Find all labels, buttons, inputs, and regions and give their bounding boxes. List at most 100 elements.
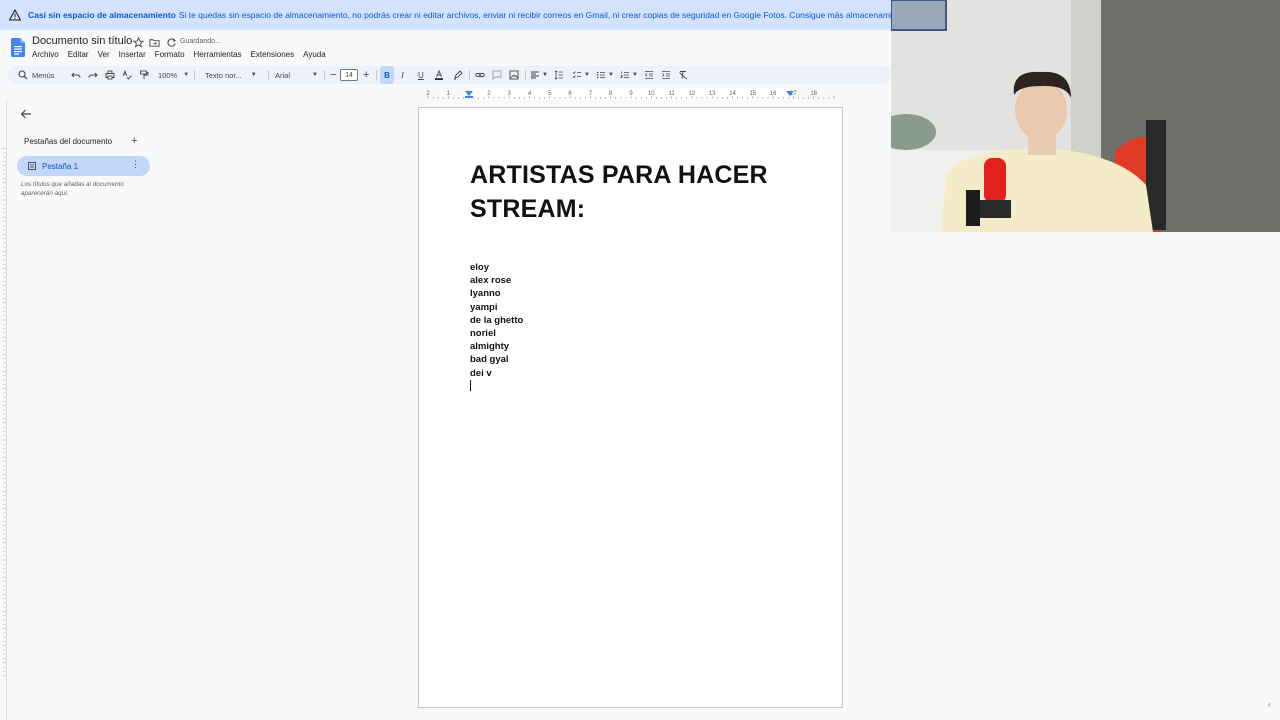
chevron-down-icon: ▼ (250, 72, 257, 78)
vertical-ruler[interactable] (0, 100, 7, 720)
chevron-left-icon[interactable]: ‹ (1268, 700, 1271, 709)
bold-button[interactable]: B (380, 66, 394, 84)
font-family-value: Arial (275, 70, 291, 80)
highlight-color-button[interactable] (453, 66, 463, 84)
font-size-value[interactable]: 14 (340, 69, 358, 81)
list-item[interactable]: yampi (470, 301, 523, 314)
decrease-indent-icon (644, 71, 653, 79)
tab-pestana-1[interactable]: Pestaña 1 ⋮ (17, 156, 150, 176)
save-status: Guardando... (180, 38, 221, 45)
document-page[interactable]: ARTISTAS PARA HACER STREAM: eloy alex ro… (418, 107, 843, 708)
move-folder-icon[interactable] (149, 37, 160, 48)
undo-button[interactable] (71, 66, 81, 84)
checklist-button[interactable]: ▼ (572, 66, 590, 84)
insert-image-button[interactable] (509, 66, 519, 84)
menu-insertar[interactable]: Insertar (119, 50, 146, 59)
text-color-button[interactable] (434, 66, 444, 84)
star-icon[interactable] (133, 37, 144, 48)
decrease-font-size-button[interactable]: − (330, 66, 336, 84)
list-item[interactable]: alex rose (470, 274, 523, 287)
search-menus-label: Menús (32, 70, 55, 80)
ruler-label: 12 (689, 91, 696, 97)
font-size-field[interactable]: 14 (340, 66, 358, 84)
text-cursor (470, 380, 471, 391)
redo-icon (88, 72, 98, 78)
more-options-icon[interactable]: ⋮ (131, 159, 140, 170)
list-item[interactable]: de la ghetto (470, 314, 523, 327)
increase-font-size-button[interactable]: + (363, 66, 369, 84)
underline-icon: U (418, 70, 424, 80)
zoom-value: 100% (158, 70, 178, 80)
highlighter-icon (454, 70, 463, 80)
bulleted-list-icon (597, 71, 605, 79)
toolbar: Menús 100% ▼ Texto nor... ▼ Arial ▼ − 14… (8, 66, 891, 84)
menu-archivo[interactable]: Archivo (32, 50, 59, 59)
document-heading[interactable]: ARTISTAS PARA HACER STREAM: (470, 158, 810, 226)
paragraph-style-value: Texto nor... (205, 70, 242, 80)
bold-icon: B (384, 70, 390, 80)
align-button[interactable]: ▼ (530, 66, 548, 84)
zoom-select[interactable]: 100% ▼ (158, 66, 189, 84)
search-menus-button[interactable]: Menús (18, 66, 55, 84)
ruler-label: 16 (770, 91, 777, 97)
menu-herramientas[interactable]: Herramientas (194, 50, 242, 59)
font-family-select[interactable]: Arial ▼ (275, 66, 318, 84)
first-line-indent-marker[interactable] (465, 96, 473, 98)
add-comment-button[interactable] (492, 66, 502, 84)
menu-ver[interactable]: Ver (98, 50, 110, 59)
plus-icon: + (363, 69, 370, 81)
clear-formatting-icon (679, 71, 687, 80)
comment-icon (492, 70, 502, 80)
print-button[interactable] (105, 66, 115, 84)
menu-formato[interactable]: Formato (155, 50, 185, 59)
italic-button[interactable]: I (401, 66, 404, 84)
increase-indent-button[interactable] (661, 66, 671, 84)
warning-icon (9, 9, 21, 21)
list-item[interactable]: noriel (470, 327, 523, 340)
ruler-label: 14 (729, 91, 736, 97)
docs-logo-icon[interactable] (11, 38, 25, 57)
paint-format-button[interactable] (139, 66, 149, 84)
chevron-down-icon: ▼ (584, 72, 590, 78)
chevron-down-icon: ▼ (183, 72, 190, 78)
bulleted-list-button[interactable]: ▼ (596, 66, 614, 84)
list-item[interactable]: almighty (470, 340, 523, 353)
document-tabs-header: Pestañas del documento (24, 137, 113, 146)
tab-label: Pestaña 1 (42, 162, 79, 171)
paragraph-style-select[interactable]: Texto nor... ▼ (205, 66, 257, 84)
undo-icon (71, 72, 81, 78)
print-icon (105, 70, 115, 80)
back-arrow-icon[interactable] (20, 108, 32, 120)
toolbar-divider (469, 70, 470, 80)
ruler-label: 13 (709, 91, 716, 97)
menu-extensiones[interactable]: Extensiones (251, 50, 295, 59)
list-item[interactable]: dei v (470, 367, 523, 380)
spellcheck-icon (122, 70, 132, 80)
wall-poster (891, 0, 947, 31)
document-title[interactable]: Documento sin título (32, 35, 132, 47)
decrease-indent-button[interactable] (644, 66, 654, 84)
paint-format-icon (140, 70, 149, 79)
list-item[interactable]: eloy (470, 261, 523, 274)
line-spacing-button[interactable] (554, 66, 564, 84)
menu-ayuda[interactable]: Ayuda (303, 50, 326, 59)
banner-message[interactable]: Si te quedas sin espacio de almacenamien… (179, 10, 891, 20)
numbered-list-icon (620, 71, 629, 78)
artist-list[interactable]: eloy alex rose lyanno yampi de la ghetto… (470, 261, 523, 380)
horizontal-ruler[interactable]: 21123456789101112131415161718 (418, 88, 843, 100)
document-tab-icon (28, 162, 36, 170)
clear-formatting-button[interactable] (678, 66, 688, 84)
menu-editar[interactable]: Editar (68, 50, 89, 59)
chevron-down-icon: ▼ (632, 72, 638, 78)
spellcheck-button[interactable] (122, 66, 132, 84)
list-item[interactable]: lyanno (470, 287, 523, 300)
add-tab-button[interactable]: + (131, 135, 137, 147)
menu-bar: Archivo Editar Ver Insertar Formato Herr… (32, 50, 335, 59)
numbered-list-button[interactable]: ▼ (620, 66, 638, 84)
toolbar-divider (268, 70, 269, 80)
insert-link-button[interactable] (475, 66, 485, 84)
redo-button[interactable] (88, 66, 98, 84)
underline-button[interactable]: U (418, 66, 424, 84)
list-item[interactable]: bad gyal (470, 353, 523, 366)
toolbar-divider (194, 70, 195, 80)
